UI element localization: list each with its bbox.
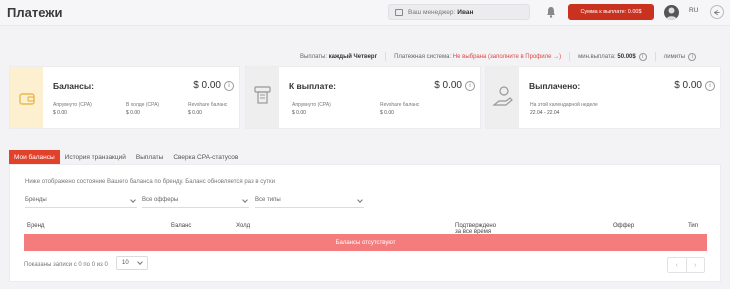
copy-icon[interactable] — [395, 8, 403, 16]
bell-icon[interactable] — [544, 5, 558, 19]
info-icon[interactable]: i — [224, 81, 234, 91]
brand-filter[interactable]: Бренды — [25, 193, 137, 208]
field-value: 22.04 - 22.04 — [530, 110, 560, 116]
limits-link[interactable]: лимиты — [664, 54, 685, 60]
card-side — [246, 67, 279, 128]
type-filter-value: Все типы — [255, 197, 281, 203]
page-title: Платежи — [7, 5, 63, 20]
manager-box: Ваш менеджер: Иван — [388, 4, 530, 20]
field-value: $ 0.00 — [292, 110, 306, 116]
wallet-icon — [19, 93, 35, 105]
payment-system-label: Платежная система: — [394, 53, 452, 60]
tab-transactions[interactable]: История транзакций — [60, 150, 131, 164]
chevron-down-icon — [130, 197, 136, 203]
field-label: На этой календарной неделе — [530, 102, 598, 108]
payouts-value: каждый Четверг — [328, 53, 378, 60]
type-filter[interactable]: Все типы — [255, 193, 364, 208]
chevron-down-icon — [137, 259, 143, 265]
field-value: $ 0.00 — [126, 110, 140, 116]
field-label: В холде (CPA) — [126, 102, 160, 108]
card-side — [10, 67, 43, 128]
card-amount: $ 0.00 — [193, 80, 221, 91]
payment-system-link[interactable]: Не выбрана (заполните в Профиле →) — [453, 54, 561, 60]
card-amount: $ 0.00 — [434, 80, 462, 91]
logout-icon — [713, 10, 720, 16]
info-icon[interactable]: i — [638, 52, 647, 61]
brand-filter-value: Бренды — [25, 197, 47, 203]
next-page-button[interactable]: › — [687, 258, 705, 272]
language-switcher[interactable]: RU — [689, 7, 698, 14]
card-side — [486, 67, 519, 128]
info-icon[interactable]: i — [688, 52, 697, 61]
pagination: ‹ › — [667, 257, 705, 273]
field-value: $ 0.00 — [53, 110, 67, 116]
card-amount: $ 0.00 — [674, 80, 702, 91]
payout-info-line: Выплаты: каждый Четверг Платежная систем… — [300, 52, 697, 61]
panel-description: Ниже отображено состояние Вашего баланса… — [25, 179, 275, 185]
offer-filter[interactable]: Все офферы — [142, 193, 249, 208]
prev-page-button[interactable]: ‹ — [668, 258, 687, 272]
top-header: Платежи Ваш менеджер: Иван Сумма к выпла… — [0, 0, 730, 26]
avatar[interactable] — [664, 5, 679, 20]
offer-filter-value: Все офферы — [142, 197, 179, 203]
info-icon[interactable]: i — [465, 81, 475, 91]
paid-out-card: Выплачено: $ 0.00 i На этой календарной … — [485, 66, 721, 129]
money-hand-icon — [492, 86, 513, 106]
chevron-down-icon — [242, 197, 248, 203]
payout-amount-button[interactable]: Сумма к выплате: 0.00$ — [568, 4, 654, 20]
per-page-select[interactable]: 10 — [116, 256, 148, 270]
field-label: Апрувнуто (CPA) — [292, 102, 331, 108]
tabs: Мои балансы История транзакций Выплаты С… — [9, 150, 243, 164]
min-payout-label: мин.выплата: — [578, 53, 616, 60]
field-label: Апрувнуто (CPA) — [53, 102, 92, 108]
manager-label: Ваш менеджер: — [408, 8, 456, 16]
payouts-label: Выплаты: — [300, 53, 327, 60]
info-icon[interactable]: i — [705, 81, 715, 91]
logout-button[interactable] — [710, 5, 724, 19]
atm-icon — [254, 86, 271, 104]
tab-cpa-reconciliation[interactable]: Сверка CPA-статусов — [168, 150, 243, 164]
payout-due-card: К выплате: $ 0.00 i Апрувнуто (CPA) $ 0.… — [245, 66, 481, 129]
balances-card: Балансы: $ 0.00 i Апрувнуто (CPA) $ 0.00… — [9, 66, 240, 129]
min-payout-value: 50.00$ — [617, 53, 636, 60]
card-title: Балансы: — [53, 81, 94, 91]
card-title: Выплачено: — [529, 81, 581, 91]
per-page-value: 10 — [122, 260, 129, 266]
records-info: Показаны записи с 0 по 0 из 0 — [24, 262, 108, 268]
field-value: $ 0.00 — [380, 110, 394, 116]
field-label: Revshare баланс — [188, 102, 228, 108]
balances-panel: Ниже отображено состояние Вашего баланса… — [9, 164, 721, 282]
manager-name: Иван — [457, 8, 474, 16]
table-header: Бренд ⇅ Баланс ⇅ Холд ⇅ Подтверждено за все… — [27, 223, 699, 235]
tab-my-balances[interactable]: Мои балансы — [9, 150, 60, 164]
tab-payouts[interactable]: Выплаты — [131, 150, 168, 164]
user-icon — [666, 7, 677, 20]
card-title: К выплате: — [289, 81, 337, 91]
field-value: $ 0.00 — [188, 110, 202, 116]
field-label: Revshare баланс — [380, 102, 420, 108]
empty-table-row: Балансы отсутствуют — [24, 234, 707, 251]
chevron-down-icon — [357, 197, 363, 203]
